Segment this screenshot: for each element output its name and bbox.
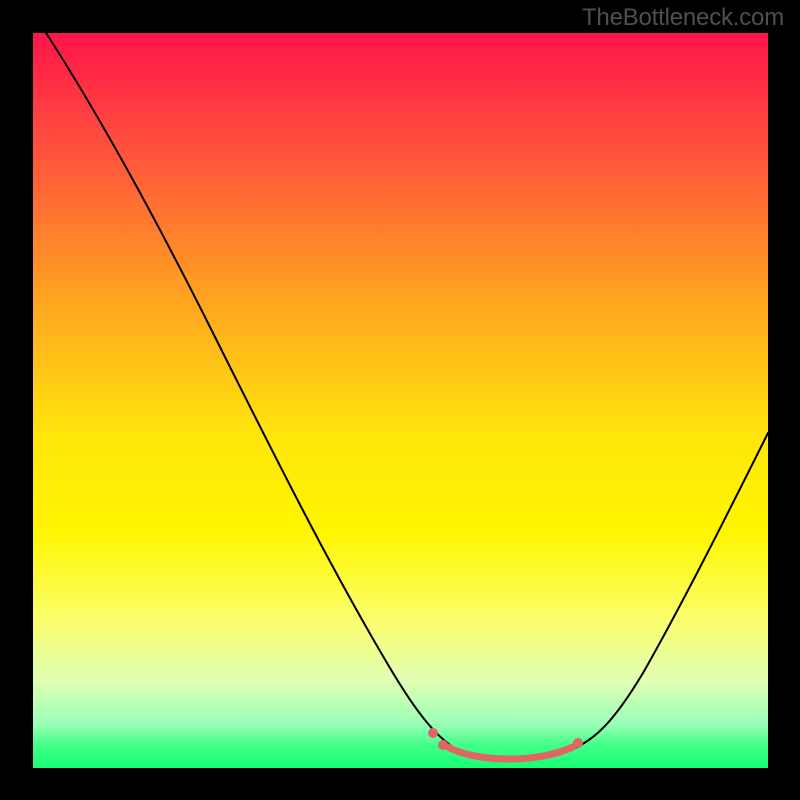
plot-area <box>33 33 768 768</box>
marker-dot-right-1 <box>573 738 583 748</box>
minimum-band <box>448 747 573 759</box>
curve-layer <box>33 33 768 768</box>
chart-frame: TheBottleneck.com <box>0 0 800 800</box>
marker-dot-left-1 <box>428 728 438 738</box>
marker-dot-left-2 <box>438 740 448 750</box>
bottleneck-curve <box>33 13 768 761</box>
watermark-text: TheBottleneck.com <box>582 4 784 32</box>
